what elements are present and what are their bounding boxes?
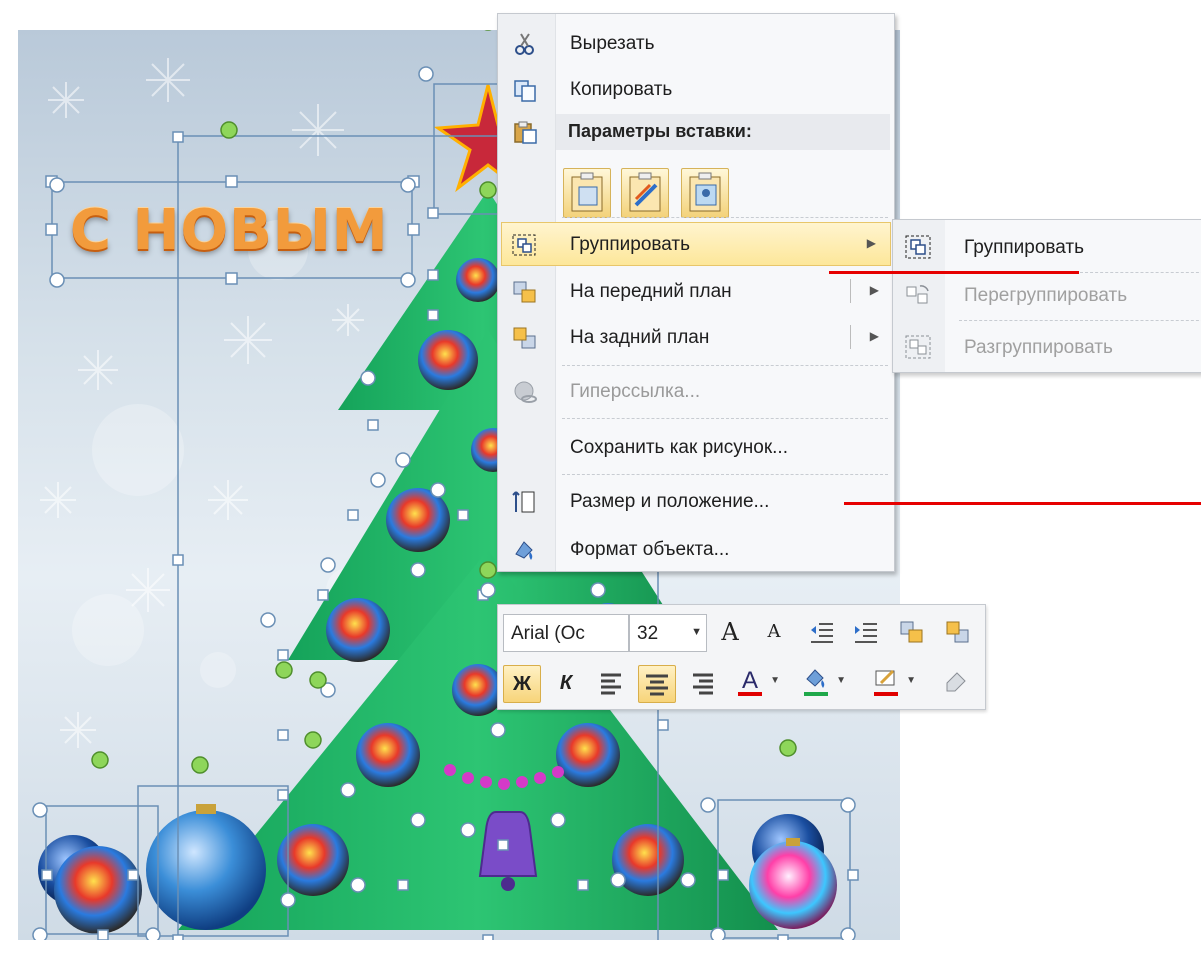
- regroup-icon: [904, 282, 932, 308]
- annotation-line-group: [829, 271, 1079, 274]
- paste-options-label: Параметры вставки:: [568, 121, 752, 141]
- font-name-combo[interactable]: Arial (Ос: [503, 614, 629, 652]
- group-submenu: Группировать Перегруппировать Разгруппир…: [892, 219, 1201, 373]
- paste-keep-source-icon[interactable]: [563, 168, 611, 218]
- font-name-value: Arial (Ос: [511, 623, 585, 644]
- chevron-down-icon[interactable]: ▼: [906, 663, 916, 699]
- font-size-combo[interactable]: 32 ▼: [629, 614, 707, 652]
- submenu-item-label: Перегруппировать: [964, 285, 1128, 306]
- font-color-button[interactable]: A ▼: [732, 663, 780, 699]
- menu-item-label: Сохранить как рисунок...: [570, 437, 788, 458]
- submenu-arrow-icon[interactable]: ▶: [870, 283, 879, 297]
- separator: [959, 320, 1201, 321]
- scissors-icon: [512, 32, 538, 56]
- font-size-value: 32: [637, 623, 659, 644]
- slide-title-text[interactable]: С НОВЫМ: [70, 198, 389, 263]
- submenu-item-label: Группировать: [964, 237, 1085, 258]
- separator: [562, 365, 888, 366]
- submenu-item-ungroup[interactable]: Разгруппировать: [894, 324, 1201, 370]
- shrink-font-button[interactable]: A: [756, 614, 792, 650]
- separator: [562, 217, 888, 218]
- chevron-down-icon: ▼: [691, 626, 702, 638]
- format-painter-icon[interactable]: [938, 665, 974, 701]
- bold-button[interactable]: Ж: [503, 665, 541, 703]
- separator: [562, 418, 888, 419]
- menu-item-group[interactable]: Группировать ▶: [501, 222, 891, 266]
- paste-icon: [512, 120, 538, 144]
- bring-forward-icon: [512, 280, 538, 304]
- format-object-icon: [512, 538, 538, 562]
- context-menu: Вырезать Копировать Параметры вставки: Г…: [497, 13, 895, 572]
- split-divider: [850, 325, 851, 349]
- group-icon: [511, 233, 537, 257]
- fill-color-swatch: [804, 692, 828, 696]
- menu-item-size-position[interactable]: Размер и положение...: [499, 480, 893, 522]
- menu-item-label: Размер и положение...: [570, 491, 770, 512]
- font-color-label: A: [741, 667, 758, 694]
- menu-item-label: На передний план: [570, 281, 732, 302]
- submenu-arrow-icon[interactable]: ▶: [870, 329, 879, 343]
- split-divider: [850, 279, 851, 303]
- chevron-down-icon[interactable]: ▼: [836, 663, 846, 699]
- submenu-item-group[interactable]: Группировать: [894, 224, 1201, 270]
- increase-indent-icon[interactable]: [848, 614, 884, 650]
- annotation-line-size: [844, 502, 1201, 505]
- hyperlink-icon: [512, 380, 538, 404]
- paste-options-header: Параметры вставки:: [556, 114, 890, 150]
- font-color-swatch: [738, 692, 762, 696]
- menu-item-label: Копировать: [570, 79, 673, 100]
- submenu-item-regroup[interactable]: Перегруппировать: [894, 272, 1201, 318]
- align-right-icon[interactable]: [684, 665, 720, 701]
- group-icon: [904, 234, 932, 260]
- menu-item-save-as-picture[interactable]: Сохранить как рисунок...: [499, 426, 893, 468]
- decrease-indent-icon[interactable]: [804, 614, 840, 650]
- mini-toolbar: Arial (Ос 32 ▼ A A Ж К A ▼ ▼ ▼: [497, 604, 986, 710]
- send-backward-icon[interactable]: [940, 614, 976, 650]
- menu-item-bring-forward[interactable]: На передний план ▶: [499, 270, 893, 312]
- menu-item-label: Вырезать: [570, 33, 655, 54]
- submenu-item-label: Разгруппировать: [964, 337, 1113, 358]
- menu-item-label: Гиперссылка...: [570, 381, 701, 402]
- grow-font-button[interactable]: A: [712, 614, 748, 650]
- menu-item-hyperlink[interactable]: Гиперссылка...: [499, 370, 893, 412]
- submenu-arrow-icon: ▶: [866, 236, 876, 250]
- menu-item-label: Формат объекта...: [570, 539, 730, 560]
- menu-item-format-object[interactable]: Формат объекта...: [499, 528, 893, 570]
- menu-item-send-backward[interactable]: На задний план ▶: [499, 316, 893, 358]
- chevron-down-icon[interactable]: ▼: [770, 663, 780, 699]
- paste-merge-icon[interactable]: [621, 168, 669, 218]
- italic-button[interactable]: К: [548, 665, 584, 701]
- paste-picture-icon[interactable]: [681, 168, 729, 218]
- ungroup-icon: [904, 334, 932, 360]
- align-left-icon[interactable]: [594, 665, 630, 701]
- menu-item-copy[interactable]: Копировать: [499, 68, 893, 110]
- size-position-icon: [512, 490, 538, 514]
- shape-fill-button[interactable]: ▼: [798, 663, 846, 699]
- align-center-icon[interactable]: [638, 665, 676, 703]
- menu-item-label: Группировать: [570, 234, 691, 255]
- copy-icon: [512, 78, 538, 102]
- separator: [562, 474, 888, 475]
- send-backward-icon: [512, 326, 538, 350]
- outline-color-swatch: [874, 692, 898, 696]
- menu-item-label: На задний план: [570, 327, 710, 348]
- bring-forward-icon[interactable]: [894, 614, 930, 650]
- menu-item-cut[interactable]: Вырезать: [499, 22, 893, 64]
- shape-outline-button[interactable]: ▼: [868, 663, 916, 699]
